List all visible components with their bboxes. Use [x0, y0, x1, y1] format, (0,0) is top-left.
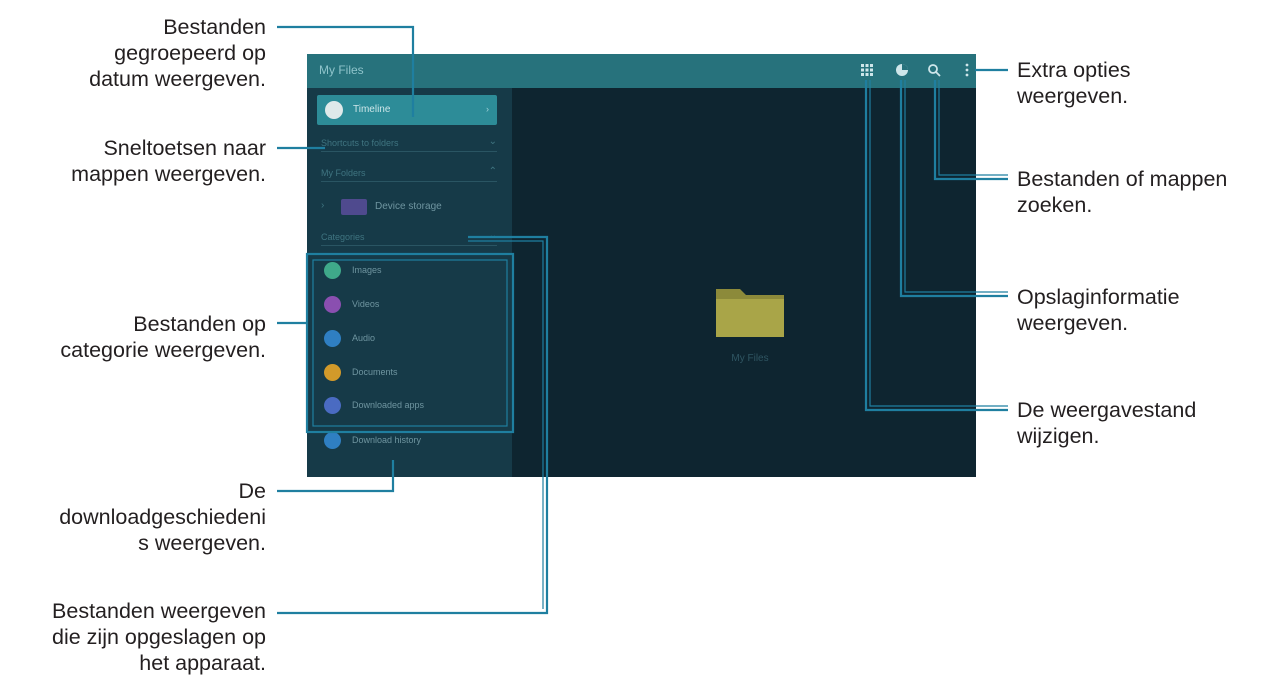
sidebar: Timeline › Shortcuts to folders ⌄ My Fol… [307, 88, 512, 477]
callout-shortcuts: Sneltoetsen naar mappen weergeven. [71, 135, 266, 187]
app-title: My Files [319, 63, 364, 77]
callout-line-text: Bestanden weergeven [52, 599, 266, 623]
callout-line-text: wijzigen. [1017, 424, 1100, 448]
callout-line-text: weergeven. [1017, 311, 1129, 335]
section-my-folders[interactable]: My Folders ⌃ [321, 166, 497, 182]
section-shortcuts[interactable]: Shortcuts to folders ⌄ [321, 136, 497, 152]
category-label: Videos [352, 299, 380, 309]
callout-line-text: Opslaginformatie [1017, 285, 1180, 309]
category-images[interactable]: Images [324, 260, 504, 282]
section-label: Shortcuts to folders [321, 138, 399, 148]
callout-line-text: Bestanden [163, 15, 266, 39]
callout-line-text: De weergavestand [1017, 398, 1197, 422]
section-categories[interactable]: Categories ⌄ [321, 230, 497, 246]
category-documents[interactable]: Documents [324, 362, 504, 384]
callout-line-text: Bestanden op [133, 312, 266, 336]
sidebar-item-label: Download history [352, 435, 422, 445]
category-label: Audio [352, 333, 376, 343]
callout-line-text: mappen weergeven. [71, 162, 266, 186]
section-label: My Folders [321, 168, 366, 178]
downloaded-apps-icon [324, 397, 341, 414]
chevron-right-icon: › [486, 104, 489, 114]
callout-line-text: Sneltoetsen naar [103, 136, 266, 160]
callout-storage-info: Opslaginformatie weergeven. [1017, 284, 1180, 336]
divider [321, 151, 497, 152]
callout-device-files: Bestanden weergeven die zijn opgeslagen … [52, 598, 266, 676]
callout-line-text: die zijn opgeslagen op [52, 625, 266, 649]
divider [321, 245, 497, 246]
sidebar-item-timeline[interactable]: Timeline › [317, 95, 497, 125]
search-icon[interactable] [926, 62, 942, 78]
sidebar-item-download-history[interactable]: Download history [324, 430, 504, 452]
chevron-down-icon: ⌄ [488, 230, 497, 241]
divider [321, 181, 497, 182]
callout-extra-options: Extra opties weergeven. [1017, 57, 1131, 109]
storage-pie-icon[interactable] [894, 62, 910, 78]
chevron-down-icon: ⌄ [488, 136, 497, 147]
grid-view-icon[interactable] [859, 62, 875, 78]
download-history-icon [324, 432, 341, 449]
timeline-icon [325, 101, 343, 119]
sidebar-item-label: Timeline [353, 104, 391, 115]
category-label: Downloaded apps [352, 400, 425, 410]
chevron-up-icon: ⌃ [488, 166, 497, 177]
audio-icon [324, 330, 341, 347]
callout-search: Bestanden of mappen zoeken. [1017, 166, 1227, 218]
callout-line-text: zoeken. [1017, 193, 1093, 217]
category-label: Documents [352, 367, 398, 377]
device-storage-icon [341, 199, 367, 215]
category-label: Images [352, 265, 382, 275]
callout-line-text: Bestanden of mappen [1017, 167, 1228, 191]
my-files-screenshot: My Files Timeline › Shortcuts to folders… [307, 54, 976, 477]
main-panel: My Files [512, 88, 976, 477]
callout-view-mode: De weergavestand wijzigen. [1017, 397, 1196, 449]
sidebar-item-label: Device storage [375, 201, 442, 212]
more-options-icon[interactable] [959, 62, 975, 78]
callout-line-text: Extra opties [1017, 58, 1131, 82]
callout-line-text: De [238, 479, 266, 503]
app-bar: My Files [307, 54, 976, 88]
callout-line-text: weergeven. [1017, 84, 1129, 108]
videos-icon [324, 296, 341, 313]
callout-line-text: s weergeven. [138, 531, 266, 555]
callout-line-text: het apparaat. [139, 651, 266, 675]
expand-icon: › [321, 200, 325, 211]
callout-line-text: downloadgeschiedeni [59, 505, 266, 529]
empty-state-label: My Files [731, 353, 769, 364]
callout-line-text: datum weergeven. [89, 67, 266, 91]
callout-group-by-date: Bestanden gegroepeerd op datum weergeven… [89, 14, 266, 92]
category-audio[interactable]: Audio [324, 328, 504, 350]
callout-by-category: Bestanden op categorie weergeven. [60, 311, 266, 363]
callout-line-text: gegroepeerd op [114, 41, 266, 65]
documents-icon [324, 364, 341, 381]
category-downloaded-apps[interactable]: Downloaded apps [324, 395, 504, 417]
sidebar-item-device-storage[interactable]: › Device storage [321, 196, 501, 218]
folder-icon [716, 289, 784, 337]
section-label: Categories [321, 232, 365, 242]
callout-line-text: categorie weergeven. [60, 338, 266, 362]
category-videos[interactable]: Videos [324, 294, 504, 316]
callout-download-history: De downloadgeschiedeni s weergeven. [59, 478, 266, 556]
images-icon [324, 262, 341, 279]
